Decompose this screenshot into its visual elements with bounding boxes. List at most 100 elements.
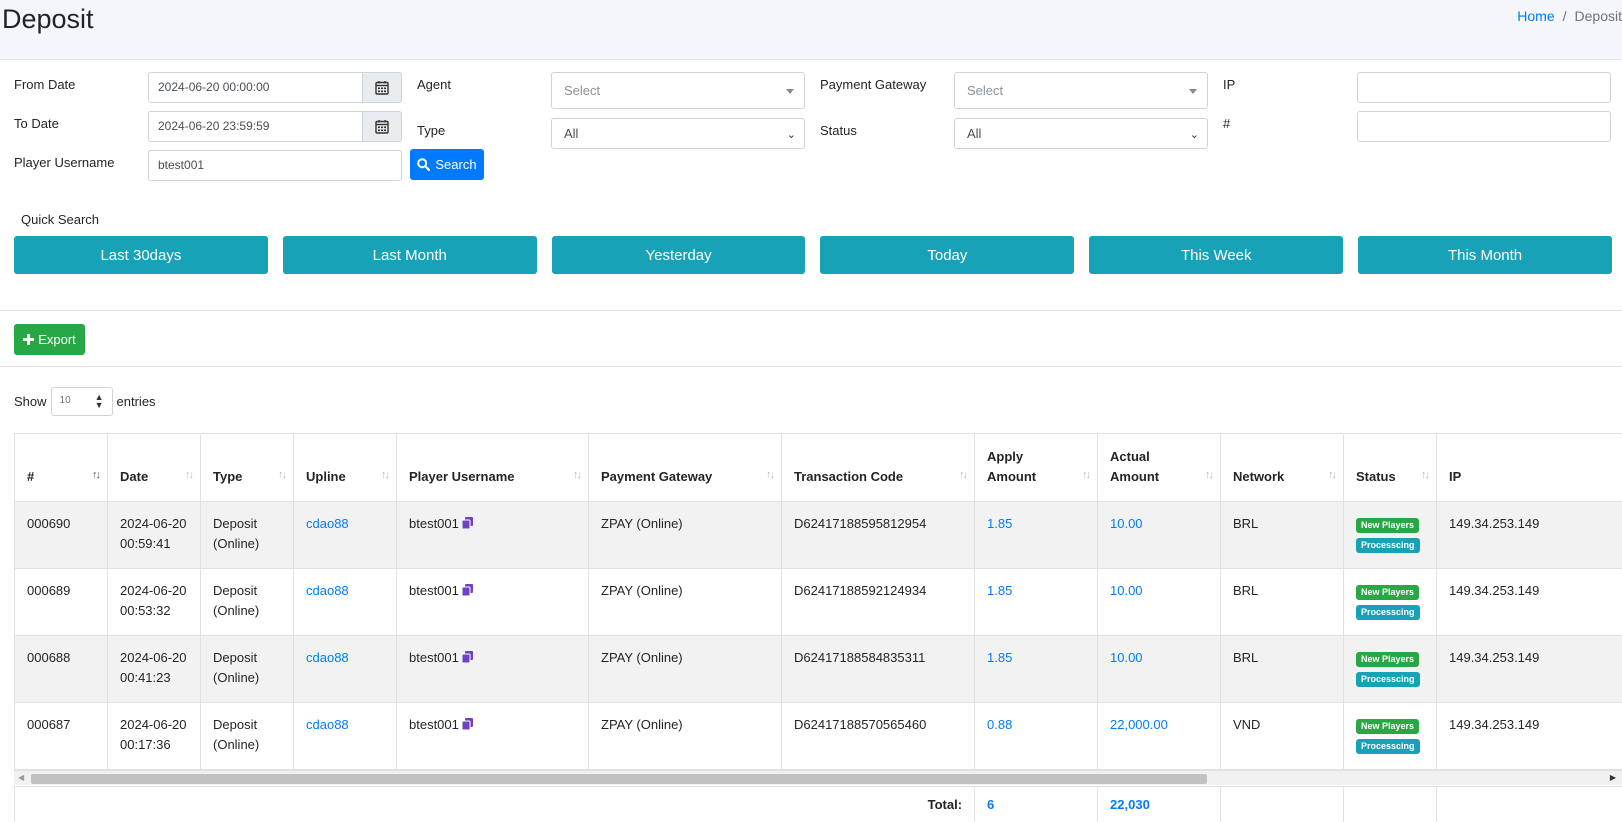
copy-icon[interactable] (461, 584, 473, 596)
sort-icon: ↑↓ (959, 469, 968, 481)
chevron-down-icon: ⌄ (786, 129, 796, 141)
actual-amount-link[interactable]: 22,000.00 (1110, 717, 1168, 732)
payment-gateway-label: Payment Gateway (820, 77, 927, 92)
type-select[interactable]: All ⌄ (551, 118, 805, 149)
sort-icon: ↑↓ (278, 469, 287, 481)
cell-apply-amount: 0.88 (974, 702, 1098, 770)
copy-icon[interactable] (461, 651, 473, 663)
agent-select[interactable]: Select (551, 72, 805, 109)
upline-link[interactable]: cdao88 (306, 516, 349, 531)
cell-ip: 149.34.253.149 (1436, 702, 1622, 770)
status-badge: Processcing (1356, 605, 1420, 620)
cell-id: 000688 (14, 635, 108, 703)
cell-player: btest001 (396, 635, 589, 703)
type-select-value: All (564, 126, 579, 141)
upline-link[interactable]: cdao88 (306, 650, 349, 665)
status-badge: Processcing (1356, 739, 1420, 754)
type-label: Type (417, 123, 446, 138)
quick-yesterday-button[interactable]: Yesterday (551, 236, 806, 274)
scroll-right-arrow-icon[interactable]: ▶ (1610, 773, 1616, 782)
payment-gateway-select-placeholder: Select (967, 83, 1004, 98)
to-date-calendar-button[interactable] (363, 111, 402, 142)
quick-last-month-button[interactable]: Last Month (282, 236, 537, 274)
col-header-network[interactable]: Network ↑↓ (1220, 433, 1344, 502)
sort-icon: ↑↓ (1421, 469, 1430, 481)
sort-icon: ↑↓ (1082, 469, 1091, 481)
table-row: 000690 2024-06-20 00:59:41 Deposit (Online… (14, 501, 1622, 569)
table-header-row: # ↑↓ Date ↑↓ Type ↑↓ Upline ↑↓ Player Userna… (14, 433, 1622, 502)
payment-gateway-select[interactable]: Select (954, 72, 1208, 109)
total-empty-cell (1343, 786, 1438, 822)
from-date-calendar-button[interactable] (363, 72, 402, 103)
cell-player: btest001 (396, 702, 589, 770)
apply-amount-link[interactable]: 0.88 (987, 717, 1012, 732)
status-badge: Processcing (1356, 672, 1420, 687)
status-select-value: All (967, 126, 982, 141)
sort-icon: ↑↓ (573, 469, 582, 481)
cell-network: BRL (1220, 635, 1344, 703)
breadcrumb-current: Deposit (1574, 8, 1622, 24)
cell-type-line1: Deposit (213, 583, 258, 598)
entries-length-select[interactable]: 10 ▲ ▼ (50, 387, 113, 416)
cell-network: BRL (1220, 501, 1344, 569)
length-control: Show 10 ▲ ▼ entries (14, 387, 156, 416)
col-header-upline[interactable]: Upline ↑↓ (293, 433, 397, 502)
col-header-label: Actual Amount (1110, 449, 1160, 484)
upline-link[interactable]: cdao88 (306, 717, 349, 732)
col-header-date[interactable]: Date ↑↓ (107, 433, 201, 502)
actual-amount-link[interactable]: 10.00 (1110, 583, 1143, 598)
upline-link[interactable]: cdao88 (306, 583, 349, 598)
col-header-id[interactable]: # ↑↓ (14, 433, 108, 502)
from-date-input[interactable]: 2024-06-20 00:00:00 (148, 72, 363, 103)
deposit-table: # ↑↓ Date ↑↓ Type ↑↓ Upline ↑↓ Player Userna… (14, 433, 1622, 770)
col-header-label: Payment Gateway (601, 469, 713, 484)
quick-this-week-button[interactable]: This Week (1089, 236, 1344, 274)
breadcrumb-home-link[interactable]: Home (1517, 8, 1554, 24)
col-header-label: # (27, 469, 35, 484)
apply-amount-link[interactable]: 1.85 (987, 650, 1012, 665)
quick-last-30days-button[interactable]: Last 30days (14, 236, 268, 274)
page-header: Deposit Home / Deposit (0, 0, 1622, 60)
apply-amount-link[interactable]: 1.85 (987, 583, 1012, 598)
player-username-text: btest001 (409, 516, 459, 531)
col-header-status[interactable]: Status ↑↓ (1343, 433, 1437, 502)
apply-amount-link[interactable]: 1.85 (987, 516, 1012, 531)
status-select[interactable]: All ⌄ (954, 118, 1208, 149)
col-header-player-username[interactable]: Player Username ↑↓ (396, 433, 589, 502)
ip-input[interactable] (1357, 72, 1611, 103)
player-username-input[interactable]: btest001 (148, 150, 402, 181)
calendar-icon (375, 120, 389, 134)
cell-transaction-code: D62417188592124934 (781, 568, 975, 636)
actual-amount-link[interactable]: 10.00 (1110, 516, 1143, 531)
search-button-label: Search (435, 157, 477, 172)
to-date-input[interactable]: 2024-06-20 23:59:59 (148, 111, 363, 142)
table-footer: Total: 6 22,030 (14, 786, 1622, 822)
hash-input[interactable] (1357, 111, 1611, 142)
col-header-ip[interactable]: IP (1436, 433, 1622, 502)
scroll-left-arrow-icon[interactable]: ◀ (18, 773, 24, 782)
cell-id: 000687 (14, 702, 108, 770)
cell-date-day: 2024-06-20 (120, 583, 187, 598)
col-header-type[interactable]: Type ↑↓ (200, 433, 294, 502)
export-button[interactable]: Export (14, 324, 85, 355)
col-header-apply-amount[interactable]: Apply Amount ↑↓ (974, 433, 1098, 502)
quick-this-month-button[interactable]: This Month (1358, 236, 1612, 274)
new-players-badge: New Players (1356, 518, 1420, 533)
copy-icon[interactable] (461, 517, 473, 529)
search-button[interactable]: Search (410, 149, 484, 180)
new-players-badge: New Players (1356, 652, 1420, 667)
cell-date-day: 2024-06-20 (120, 650, 187, 665)
cell-actual-amount: 22,000.00 (1097, 702, 1221, 770)
horizontal-scrollbar[interactable]: ◀ ▶ (14, 770, 1622, 785)
scrollbar-thumb[interactable] (31, 774, 1207, 784)
cell-gateway: ZPAY (Online) (588, 501, 782, 569)
col-header-actual-amount[interactable]: Actual Amount ↑↓ (1097, 433, 1221, 502)
deposit-table-scroll[interactable]: # ↑↓ Date ↑↓ Type ↑↓ Upline ↑↓ Player Userna… (14, 433, 1622, 822)
col-header-payment-gateway[interactable]: Payment Gateway ↑↓ (588, 433, 782, 502)
col-header-transaction-code[interactable]: Transaction Code ↑↓ (781, 433, 975, 502)
cell-type-line1: Deposit (213, 717, 258, 732)
col-header-label: Status (1356, 469, 1396, 484)
actual-amount-link[interactable]: 10.00 (1110, 650, 1143, 665)
copy-icon[interactable] (461, 718, 473, 730)
quick-today-button[interactable]: Today (820, 236, 1075, 274)
